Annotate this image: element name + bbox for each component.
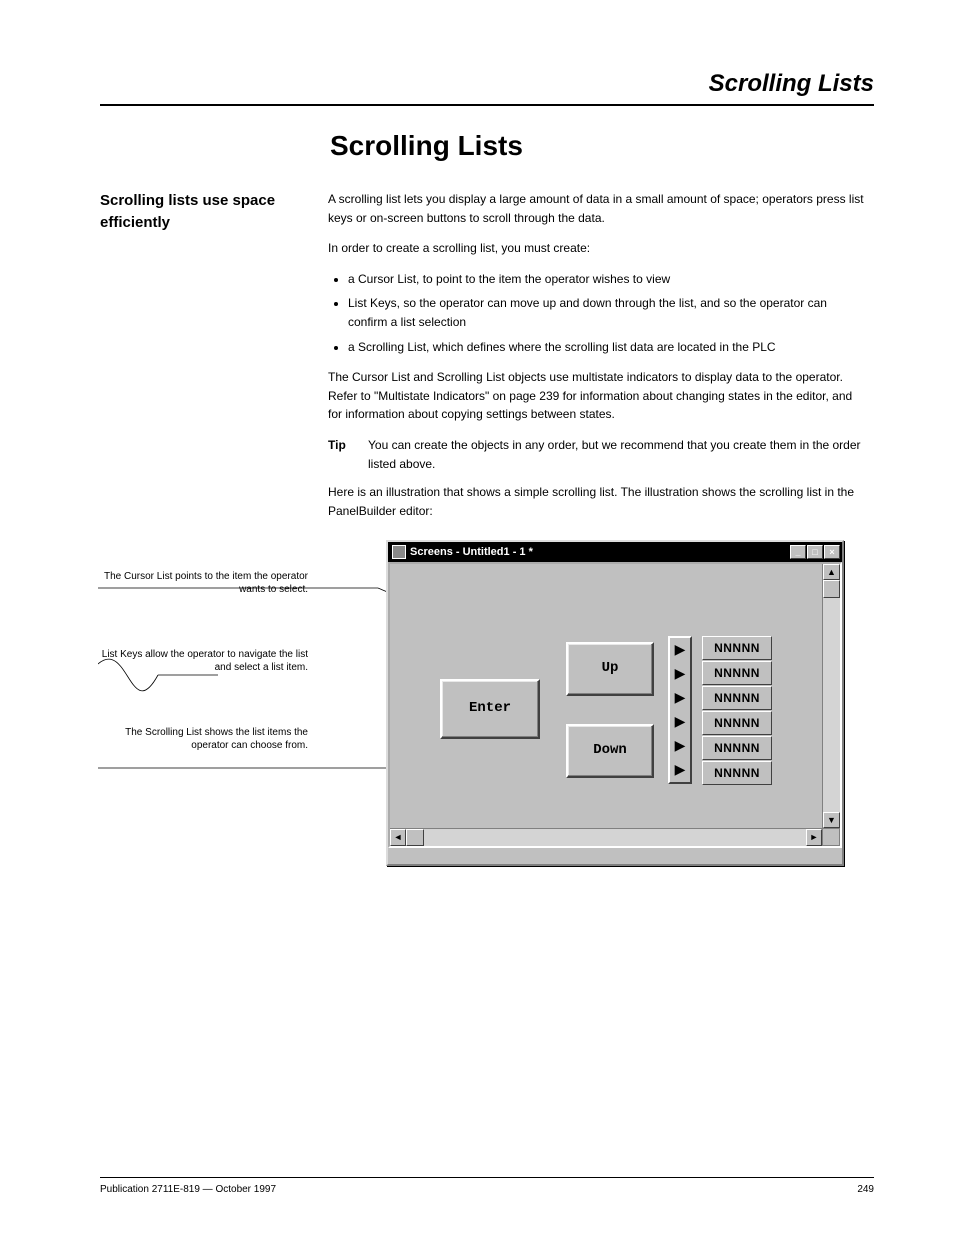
size-grip[interactable] [822,828,840,846]
scrolling-list[interactable]: NNNNN NNNNN NNNNN NNNNN NNNNN NNNNN [702,636,772,786]
list-item: a Cursor List, to point to the item the … [348,270,864,289]
vertical-scrollbar[interactable]: ▲ ▼ [822,564,840,828]
figure-intro: Here is an illustration that shows a sim… [328,483,864,520]
scroll-thumb[interactable] [406,829,424,846]
callout-scrolling-list: The Scrolling List shows the list items … [98,726,308,752]
window-client-area: Enter Up Down ▶ ▶ ▶ ▶ ▶ ▶ NNNNN [388,562,842,848]
requirements-list: a Cursor List, to point to the item the … [348,270,864,356]
screens-window: Screens - Untitled1 - 1 * _ □ × Enter Up… [386,540,844,866]
intro-paragraph: A scrolling list lets you display a larg… [328,190,864,227]
tip-text: You can create the objects in any order,… [368,436,864,473]
callout-cursor-list: The Cursor List points to the item the o… [98,570,308,596]
cursor-arrow-icon: ▶ [670,710,690,734]
scroll-left-button[interactable]: ◄ [390,829,406,846]
list-item: a Scrolling List, which defines where th… [348,338,864,357]
list-cell[interactable]: NNNNN [702,761,772,785]
list-intro: In order to create a scrolling list, you… [328,239,864,258]
cursor-list[interactable]: ▶ ▶ ▶ ▶ ▶ ▶ [668,636,692,784]
cursor-arrow-icon: ▶ [670,638,690,662]
footer-publication: Publication 2711E-819 — October 1997 [100,1184,276,1195]
tip-label: Tip [328,436,368,473]
enter-button[interactable]: Enter [440,679,540,739]
list-cell[interactable]: NNNNN [702,686,772,710]
down-button[interactable]: Down [566,724,654,778]
page-footer: Publication 2711E-819 — October 1997 249 [100,1177,874,1195]
scroll-thumb[interactable] [823,580,840,598]
scroll-up-button[interactable]: ▲ [823,564,840,580]
cursor-arrow-icon: ▶ [670,686,690,710]
system-menu-icon[interactable] [392,545,406,559]
list-cell[interactable]: NNNNN [702,711,772,735]
running-header: Scrolling Lists [100,70,874,98]
scroll-track[interactable] [823,598,840,812]
close-button[interactable]: × [824,545,840,559]
callout-list-keys: List Keys allow the operator to navigate… [98,648,308,674]
cursor-arrow-icon: ▶ [670,758,690,782]
figure: The Cursor List points to the item the o… [328,540,864,890]
scroll-down-button[interactable]: ▼ [823,812,840,828]
horizontal-scrollbar[interactable]: ◄ ► [390,828,822,846]
page-title: Scrolling Lists [330,130,874,162]
maximize-button[interactable]: □ [807,545,823,559]
section-heading: Scrolling lists use space efficiently [100,190,300,234]
list-cell[interactable]: NNNNN [702,736,772,760]
header-rule [100,104,874,106]
reference-paragraph: The Cursor List and Scrolling List objec… [328,368,864,424]
cursor-arrow-icon: ▶ [670,734,690,758]
scroll-track[interactable] [424,829,806,846]
window-title: Screens - Untitled1 - 1 * [410,544,789,561]
up-button[interactable]: Up [566,642,654,696]
list-item: List Keys, so the operator can move up a… [348,294,864,331]
window-titlebar[interactable]: Screens - Untitled1 - 1 * _ □ × [388,542,842,562]
tip-block: Tip You can create the objects in any or… [328,436,864,473]
scroll-right-button[interactable]: ► [806,829,822,846]
list-cell[interactable]: NNNNN [702,636,772,660]
list-cell[interactable]: NNNNN [702,661,772,685]
minimize-button[interactable]: _ [790,545,806,559]
cursor-arrow-icon: ▶ [670,662,690,686]
footer-page-number: 249 [857,1184,874,1195]
